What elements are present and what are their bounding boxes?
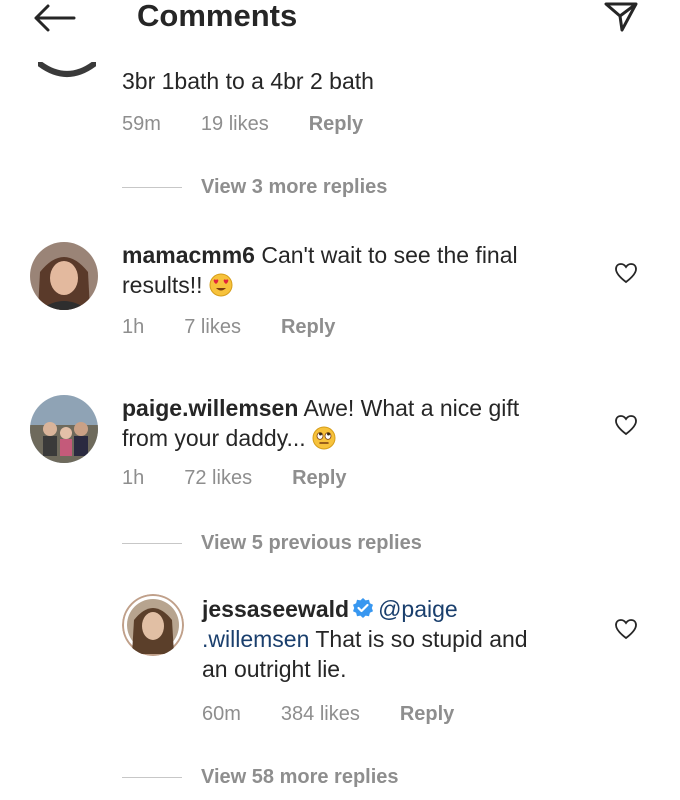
comment-likes[interactable]: 7 likes (184, 316, 241, 339)
avatar[interactable] (122, 594, 184, 656)
comment-text: paige.willemsen Awe! What a nice gift fr… (122, 393, 519, 453)
view-replies: View 58 more replies (122, 766, 399, 789)
reply-button[interactable]: Reply (400, 703, 454, 726)
comment-body: from your daddy... (122, 425, 306, 451)
page-title: Comments (137, 0, 298, 33)
comment-meta: 60m 384 likes Reply (202, 703, 494, 726)
comment-body: That is so stupid and (309, 626, 528, 652)
avatar[interactable] (30, 395, 98, 463)
comment-time: 60m (202, 703, 241, 725)
comment-likes[interactable]: 384 likes (281, 703, 360, 726)
eye-roll-emoji (312, 426, 336, 450)
comment-likes[interactable]: 72 likes (184, 467, 252, 490)
like-heart-icon[interactable] (614, 414, 638, 436)
mention-link[interactable]: @paige (378, 596, 458, 622)
paper-plane-icon[interactable] (604, 0, 638, 32)
comment-username[interactable]: paige.willemsen (122, 395, 298, 421)
comment-text: 3br 1bath to a 4br 2 bath (122, 68, 374, 94)
like-heart-icon[interactable] (614, 618, 638, 640)
view-more-replies-button[interactable]: View 3 more replies (201, 176, 387, 199)
comment-body: results!! (122, 272, 203, 298)
reply-button[interactable]: Reply (309, 113, 363, 136)
divider-line (122, 777, 182, 778)
comment-username[interactable]: jessaseewald (202, 596, 349, 622)
comment-likes[interactable]: 19 likes (201, 113, 269, 136)
divider-line (122, 187, 182, 188)
comment-body: Awe! What a nice gift (298, 395, 520, 421)
view-previous-replies-button[interactable]: View 5 previous replies (201, 532, 422, 555)
comment-text: mamacmm6 Can't wait to see the final res… (122, 240, 518, 300)
avatar[interactable] (30, 242, 98, 310)
view-replies: View 5 previous replies (122, 532, 422, 555)
comment-time: 1h (122, 467, 145, 489)
comments-header: Comments (0, 0, 680, 40)
comment-meta: 1h 7 likes Reply (122, 316, 375, 339)
divider-line (122, 543, 182, 544)
reply-button[interactable]: Reply (292, 467, 346, 490)
comment-body: an outright lie. (202, 656, 347, 682)
view-more-replies-button[interactable]: View 58 more replies (201, 766, 399, 789)
comment-body: Can't wait to see the final (254, 242, 518, 268)
comment-time: 1h (122, 316, 145, 338)
partial-avatar (38, 62, 96, 77)
arrow-left-icon[interactable] (30, 2, 78, 34)
reply-button[interactable]: Reply (281, 316, 335, 339)
comment-username[interactable]: mamacmm6 (122, 242, 255, 268)
comment-meta: 59m 19 likes Reply (122, 113, 403, 136)
comment-text: jessaseewald @paige .willemsen That is s… (202, 594, 528, 684)
heart-eyes-emoji (209, 273, 233, 297)
comment-meta: 1h 72 likes Reply (122, 467, 387, 490)
comment-time: 59m (122, 113, 161, 135)
like-heart-icon[interactable] (614, 262, 638, 284)
verified-badge-icon (353, 598, 374, 618)
mention-link[interactable]: .willemsen (202, 626, 309, 652)
view-replies: View 3 more replies (122, 176, 387, 199)
